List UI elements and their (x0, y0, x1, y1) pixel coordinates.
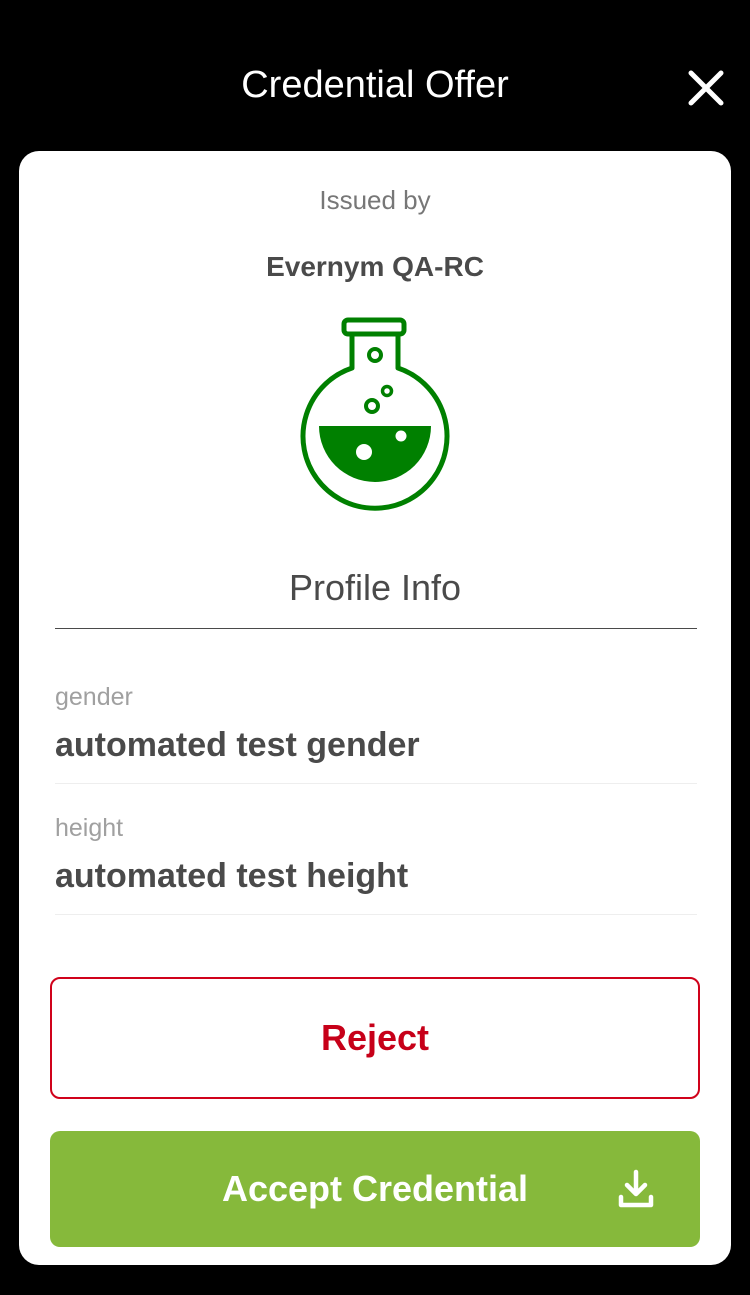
flask-icon (298, 316, 452, 518)
header-title: Credential Offer (241, 64, 509, 106)
accept-credential-button[interactable]: Accept Credential (50, 1131, 700, 1247)
header: Credential Offer (0, 0, 750, 150)
attribute-divider (55, 914, 697, 915)
attribute-divider (55, 783, 697, 784)
section-divider (55, 628, 697, 629)
issuer-name: Evernym QA-RC (266, 251, 484, 282)
reject-button[interactable]: Reject (50, 977, 700, 1099)
attribute-value: automated test height (55, 857, 409, 895)
attribute-gender: gender automated test gender (55, 682, 697, 766)
credential-title: Profile Info (288, 567, 462, 608)
close-icon[interactable] (684, 66, 728, 110)
attribute-height: height automated test height (55, 813, 697, 897)
download-icon (618, 1169, 654, 1209)
accept-button-label: Accept Credential (221, 1168, 529, 1209)
attribute-label: height (55, 814, 124, 842)
reject-button-label: Reject (320, 1017, 430, 1058)
attribute-label: gender (55, 683, 133, 711)
issued-by-label: Issued by (319, 185, 431, 215)
credential-offer-screen: Credential Offer Issued by Evernym QA-RC… (0, 0, 750, 1295)
attribute-value: automated test gender (55, 726, 420, 764)
